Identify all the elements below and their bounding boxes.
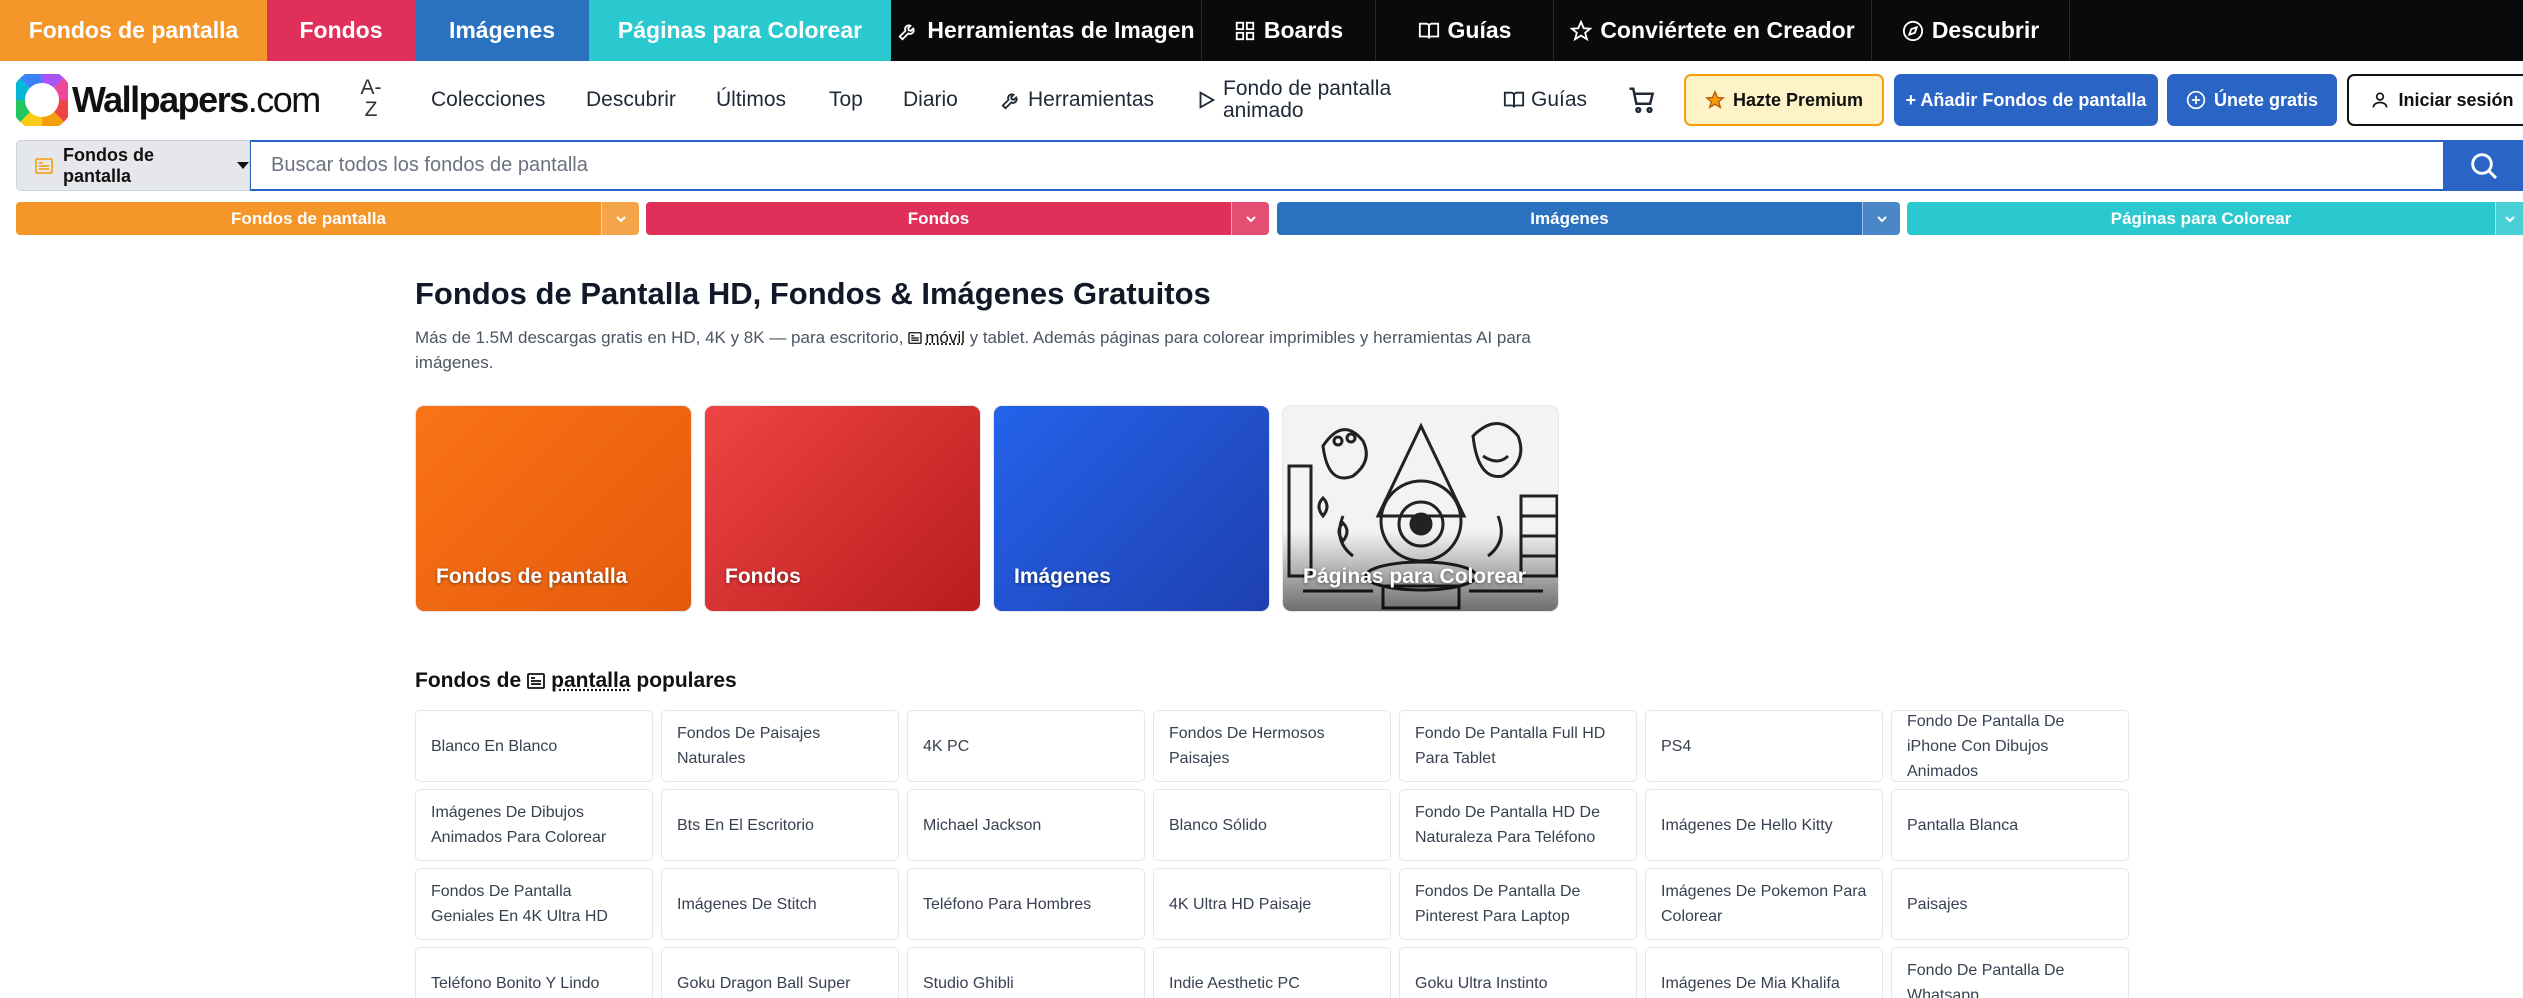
topnav-image-tools[interactable]: Herramientas de Imagen — [891, 0, 1202, 61]
star-icon — [1570, 20, 1592, 42]
popular-item[interactable]: Studio Ghibli — [907, 947, 1145, 998]
plus-circle-icon — [2186, 90, 2206, 110]
popular-item[interactable]: Teléfono Para Hombres — [907, 868, 1145, 940]
popular-item[interactable]: Indie Aesthetic PC — [1153, 947, 1391, 998]
popular-item[interactable]: Fondos De Paisajes Naturales — [661, 710, 899, 782]
image-icon — [35, 158, 53, 174]
catbar-images[interactable]: Imágenes — [1277, 202, 1900, 235]
popular-item[interactable]: Goku Dragon Ball Super — [661, 947, 899, 998]
tile-images[interactable]: Imágenes — [993, 405, 1270, 612]
wrench-icon — [897, 20, 919, 42]
popular-item[interactable]: Pantalla Blanca — [1891, 789, 2129, 861]
page-subtitle: Más de 1.5M descargas gratis en HD, 4K y… — [415, 325, 1535, 375]
screen-icon — [908, 332, 922, 344]
popular-item[interactable]: Fondo De Pantalla De Whatsapp — [1891, 947, 2129, 998]
popular-item[interactable]: Paisajes — [1891, 868, 2129, 940]
topnav-coloring-pages[interactable]: Páginas para Colorear — [589, 0, 891, 61]
popular-item[interactable]: Blanco Sólido — [1153, 789, 1391, 861]
popular-item[interactable]: Imágenes De Mia Khalifa — [1645, 947, 1883, 998]
star-icon — [1705, 90, 1725, 110]
wrench-icon — [1000, 89, 1022, 111]
nav-collections[interactable]: Colecciones — [431, 61, 545, 139]
login-button[interactable]: Iniciar sesión — [2347, 74, 2523, 126]
chevron-down-icon[interactable] — [1231, 202, 1269, 235]
topnav-images[interactable]: Imágenes — [415, 0, 589, 61]
popular-item[interactable]: Bts En El Escritorio — [661, 789, 899, 861]
screen-icon — [527, 673, 545, 689]
top-category-nav: Fondos de pantalla Fondos Imágenes Págin… — [0, 0, 2523, 61]
chevron-down-icon[interactable] — [2495, 202, 2523, 235]
popular-item[interactable]: Teléfono Bonito Y Lindo — [415, 947, 653, 998]
popular-item[interactable]: Imágenes De Pokemon Para Colorear — [1645, 868, 1883, 940]
topnav-boards[interactable]: Boards — [1202, 0, 1376, 61]
topnav-discover[interactable]: Descubrir — [1872, 0, 2070, 61]
popular-item[interactable]: Fondo De Pantalla HD De Naturaleza Para … — [1399, 789, 1637, 861]
nav-top[interactable]: Top — [829, 61, 863, 139]
popular-item[interactable]: Imágenes De Dibujos Animados Para Colore… — [415, 789, 653, 861]
catbar-coloring-pages[interactable]: Páginas para Colorear — [1907, 202, 2523, 235]
popular-item[interactable]: Imágenes De Hello Kitty — [1645, 789, 1883, 861]
popular-section-title: Fondos de pantalla populares — [415, 669, 737, 693]
premium-button[interactable]: Hazte Premium — [1684, 74, 1884, 126]
nav-latest[interactable]: Últimos — [716, 61, 786, 139]
catbar-wallpapers[interactable]: Fondos de pantalla — [16, 202, 639, 235]
caret-down-icon — [237, 162, 249, 169]
catbar-backgrounds[interactable]: Fondos — [646, 202, 1269, 235]
popular-item[interactable]: Michael Jackson — [907, 789, 1145, 861]
join-free-button[interactable]: Únete gratis — [2167, 74, 2337, 126]
popular-item[interactable]: Goku Ultra Instinto — [1399, 947, 1637, 998]
search-bar: Fondos de pantalla — [16, 140, 2523, 191]
site-logo[interactable]: Wallpapers.com — [16, 71, 320, 129]
popular-item[interactable]: Fondos De Pantalla De Pinterest Para Lap… — [1399, 868, 1637, 940]
popular-item[interactable]: Imágenes De Stitch — [661, 868, 899, 940]
popular-item[interactable]: PS4 — [1645, 710, 1883, 782]
popular-item[interactable]: Fondo De Pantalla De iPhone Con Dibujos … — [1891, 710, 2129, 782]
mobile-link[interactable]: móvil — [925, 328, 965, 347]
nav-discover[interactable]: Descubrir — [586, 61, 676, 139]
search-input[interactable] — [250, 140, 2445, 191]
book-icon — [1418, 20, 1440, 42]
nav-daily[interactable]: Diario — [903, 61, 958, 139]
popular-item[interactable]: Fondo De Pantalla Full HD Para Tablet — [1399, 710, 1637, 782]
nav-guides[interactable]: Guías — [1503, 61, 1587, 139]
topnav-backgrounds[interactable]: Fondos — [267, 0, 415, 61]
topnav-become-creator[interactable]: Conviértete en Creador — [1554, 0, 1872, 61]
site-header: Wallpapers.com A- Z Colecciones Descubri… — [0, 61, 2523, 139]
search-icon — [2468, 150, 2500, 182]
cart-icon[interactable] — [1627, 85, 1657, 115]
tile-coloring-pages[interactable]: Páginas para Colorear — [1282, 405, 1559, 612]
logo-text: Wallpapers.com — [72, 79, 320, 121]
search-category-select[interactable]: Fondos de pantalla — [16, 140, 250, 191]
topnav-guides[interactable]: Guías — [1376, 0, 1554, 61]
chevron-down-icon[interactable] — [601, 202, 639, 235]
nav-tools[interactable]: Herramientas — [1000, 61, 1154, 139]
topnav-wallpapers[interactable]: Fondos de pantalla — [0, 0, 267, 61]
page-title: Fondos de Pantalla HD, Fondos & Imágenes… — [415, 276, 1211, 312]
add-wallpapers-button[interactable]: + Añadir Fondos de pantalla — [1894, 74, 2158, 126]
a-z-link[interactable]: A- Z — [356, 77, 386, 121]
popular-item[interactable]: 4K PC — [907, 710, 1145, 782]
popular-item[interactable]: Fondos De Hermosos Paisajes — [1153, 710, 1391, 782]
popular-item[interactable]: Fondos De Pantalla Geniales En 4K Ultra … — [415, 868, 653, 940]
tile-wallpapers[interactable]: Fondos de pantalla — [415, 405, 692, 612]
book-icon — [1503, 89, 1525, 111]
logo-color-wheel-icon — [16, 74, 68, 126]
popular-item[interactable]: Blanco En Blanco — [415, 710, 653, 782]
nav-animated-wallpaper[interactable]: Fondo de pantalla animado — [1195, 61, 1395, 139]
tile-backgrounds[interactable]: Fondos — [704, 405, 981, 612]
compass-icon — [1902, 20, 1924, 42]
play-icon — [1195, 89, 1217, 111]
popular-item[interactable]: 4K Ultra HD Paisaje — [1153, 868, 1391, 940]
search-button[interactable] — [2445, 140, 2523, 191]
user-icon — [2370, 90, 2390, 110]
chevron-down-icon[interactable] — [1862, 202, 1900, 235]
category-bars: Fondos de pantalla Fondos Imágenes Págin… — [0, 202, 2523, 235]
grid-icon — [1234, 20, 1256, 42]
popular-grid: Blanco En Blanco Fondos De Paisajes Natur… — [415, 710, 2131, 998]
